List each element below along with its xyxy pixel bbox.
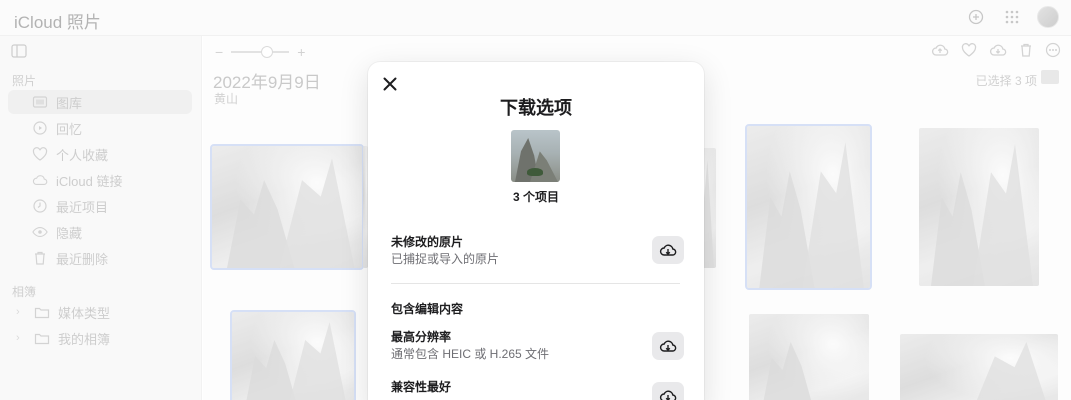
dialog-title: 下载选项	[500, 98, 572, 118]
item-count: 3 个项目	[512, 190, 559, 204]
option-unmodified-subtitle: 已捕捉或导入的原片	[391, 252, 500, 266]
download-highest-res-button[interactable]	[652, 332, 684, 360]
edited-section-title: 包含编辑内容	[391, 302, 464, 316]
close-button[interactable]	[380, 74, 400, 94]
download-icon	[659, 390, 677, 400]
download-icon	[659, 244, 677, 256]
option-highest-res-subtitle: 通常包含 HEIC 或 H.265 文件	[391, 347, 550, 361]
option-most-compatible-title: 兼容性最好	[391, 380, 452, 394]
download-icon	[659, 340, 677, 352]
download-most-compatible-button[interactable]	[652, 382, 684, 400]
option-highest-res-title: 最高分辨率	[391, 330, 452, 344]
download-options-dialog: 下载选项 3 个项目 未修改的原片 已捕捉或导入的原片 包含编辑内容 最高分辨率…	[368, 62, 704, 400]
download-unmodified-button[interactable]	[652, 236, 684, 264]
selected-photos-thumbnail	[511, 130, 560, 182]
divider	[391, 283, 680, 284]
option-unmodified-title: 未修改的原片	[391, 235, 464, 249]
close-icon	[383, 77, 397, 91]
